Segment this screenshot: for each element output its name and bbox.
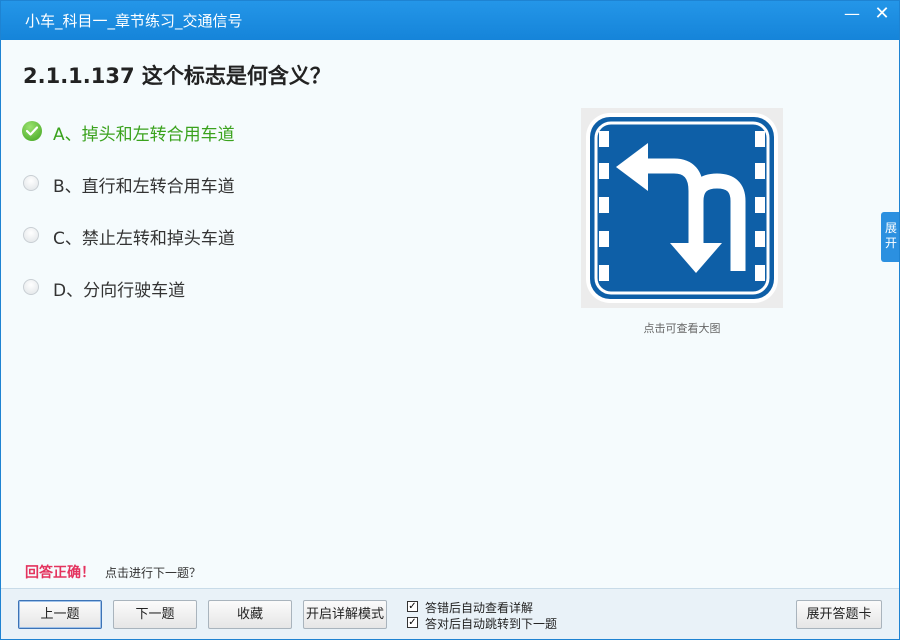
radio-icon [23, 175, 39, 191]
title-bar: 小车_科目一_章节练习_交通信号 — ✕ [1, 1, 899, 40]
correct-check-icon [22, 121, 42, 141]
expand-side-tab[interactable]: 展开 [881, 212, 899, 262]
option-label: C、禁止左转和掉头车道 [53, 229, 235, 249]
answer-card-button[interactable]: 展开答题卡 [796, 600, 882, 629]
minimize-button[interactable]: — [841, 5, 863, 23]
app-window: 小车_科目一_章节练习_交通信号 — ✕ 2.1.1.137 这个标志是何含义？… [0, 0, 900, 640]
prev-question-button[interactable]: 上一题 [18, 600, 102, 629]
question-panel: 2.1.1.137 这个标志是何含义？ A、掉头和左转合用车道 B、直行和左转合… [1, 40, 899, 588]
next-question-button[interactable]: 下一题 [113, 600, 197, 629]
question-text: 2.1.1.137 这个标志是何含义？ [23, 64, 331, 88]
window-title: 小车_科目一_章节练习_交通信号 [25, 12, 243, 30]
option-label: D、分向行驶车道 [53, 281, 186, 301]
sign-image[interactable] [581, 108, 783, 308]
checkbox-icon: ✓ [407, 617, 418, 628]
checkbox-label: 答对后自动跳转到下一题 [425, 617, 558, 631]
option-label: A、掉头和左转合用车道 [53, 125, 235, 145]
answer-result: 回答正确！ [25, 565, 95, 581]
next-question-hint[interactable]: 点击进行下一题？ [105, 564, 201, 581]
sign-caption: 点击可查看大图 [643, 322, 721, 335]
bottom-toolbar: 上一题 下一题 收藏 开启详解模式 ✓ 答错后自动查看详解 ✓ 答对后自动跳转到… [1, 588, 899, 639]
option-label: B、直行和左转合用车道 [53, 177, 235, 197]
radio-icon [23, 227, 39, 243]
close-button[interactable]: ✕ [871, 5, 893, 23]
checkbox-label: 答错后自动查看详解 [425, 601, 534, 615]
radio-icon [23, 279, 39, 295]
detail-mode-button[interactable]: 开启详解模式 [303, 600, 387, 629]
checkbox-icon: ✓ [407, 601, 418, 612]
u-turn-left-lane-sign-icon [586, 113, 778, 303]
favorite-button[interactable]: 收藏 [208, 600, 292, 629]
